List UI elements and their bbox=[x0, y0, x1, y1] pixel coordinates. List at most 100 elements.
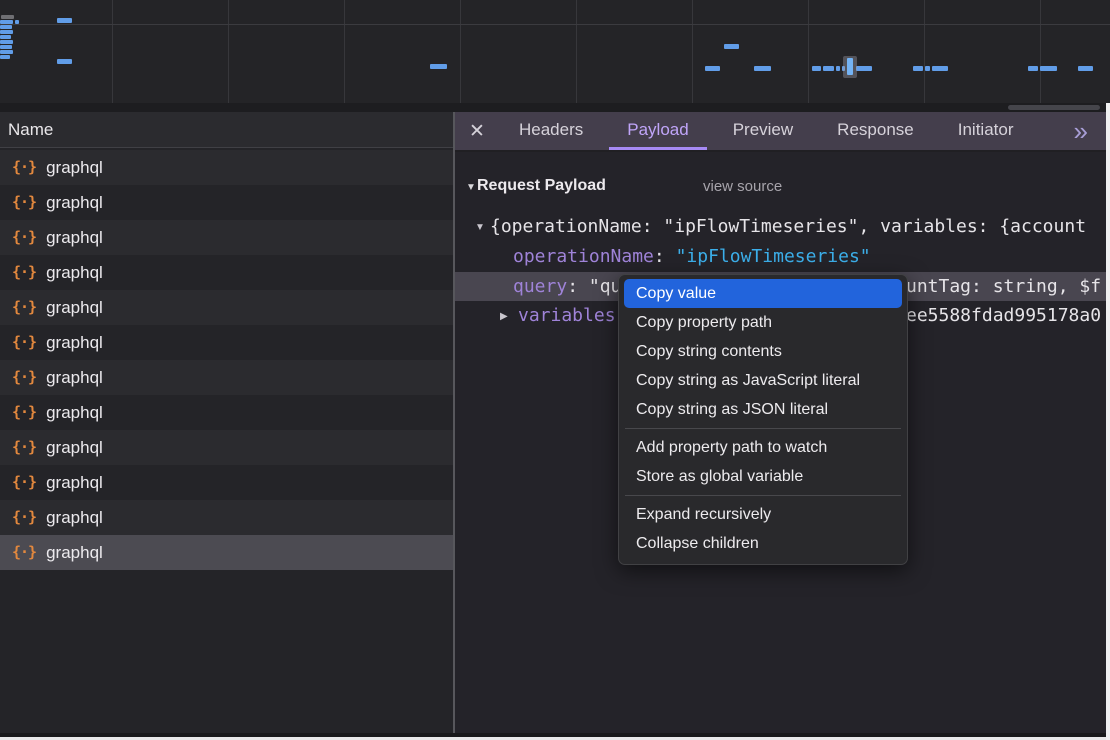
network-bar bbox=[430, 64, 447, 69]
json-resource-icon: {·} bbox=[12, 438, 36, 456]
network-bar bbox=[724, 44, 739, 49]
json-resource-icon: {·} bbox=[12, 543, 36, 561]
view-source-link[interactable]: view source bbox=[703, 178, 782, 195]
request-list-empty-area bbox=[0, 682, 453, 740]
menu-item-store-as-global-variable[interactable]: Store as global variable bbox=[624, 462, 902, 491]
tab-response[interactable]: Response bbox=[819, 112, 932, 150]
network-bar bbox=[705, 66, 720, 71]
network-bar bbox=[0, 20, 13, 24]
request-rows: {·} graphql {·} graphql {·} graphql {·} graphql… bbox=[0, 150, 453, 570]
request-row[interactable]: {·} graphql bbox=[0, 325, 453, 360]
network-bar bbox=[0, 55, 10, 59]
request-name: graphql bbox=[46, 158, 103, 178]
devtools-network-panel: Name {·}graphql{·}graphql{·}graphql{·}gr… bbox=[0, 0, 1110, 740]
payload-row-operationname[interactable]: operationName: "ipFlowTimeseries" bbox=[455, 242, 1106, 271]
json-resource-icon: {·} bbox=[12, 473, 36, 491]
request-row[interactable]: {·}graphql bbox=[0, 430, 453, 465]
menu-item-copy-string-as-json-literal[interactable]: Copy string as JSON literal bbox=[624, 395, 902, 424]
request-name: graphql bbox=[46, 473, 103, 493]
network-bar bbox=[0, 25, 12, 29]
network-bar bbox=[0, 40, 13, 44]
selected-request-marker bbox=[847, 58, 853, 75]
menu-item-copy-string-as-javascript-literal[interactable]: Copy string as JavaScript literal bbox=[624, 366, 902, 395]
network-bar bbox=[856, 66, 872, 71]
request-name: graphql bbox=[46, 508, 103, 528]
request-row[interactable]: {·} graphql bbox=[0, 395, 453, 430]
request-list-panel: Name {·}graphql{·}graphql{·}graphql{·}gr… bbox=[0, 112, 453, 733]
request-row[interactable]: {·} graphql bbox=[0, 150, 453, 185]
tab-headers[interactable]: Headers bbox=[501, 112, 601, 150]
request-row[interactable]: {·} graphql bbox=[0, 290, 453, 325]
context-menu: Copy valueCopy property pathCopy string … bbox=[618, 274, 908, 565]
close-icon[interactable]: ✕ bbox=[469, 112, 501, 150]
menu-item-copy-property-path[interactable]: Copy property path bbox=[624, 308, 902, 337]
request-row[interactable]: {·} graphql bbox=[0, 220, 453, 255]
json-resource-icon: {·} bbox=[12, 368, 36, 386]
request-row[interactable]: {·} graphql bbox=[0, 360, 453, 395]
request-row[interactable]: {·} graphql bbox=[0, 255, 453, 290]
property-value-start: "qu bbox=[589, 276, 622, 297]
menu-item-expand-recursively[interactable]: Expand recursively bbox=[624, 500, 902, 529]
request-name: graphql bbox=[46, 263, 103, 283]
menu-separator bbox=[625, 428, 901, 429]
json-resource-icon: {·} bbox=[12, 333, 36, 351]
tab-initiator[interactable]: Initiator bbox=[940, 112, 1032, 150]
property-value-end: untTag: string, $f bbox=[906, 272, 1101, 301]
more-tabs-icon[interactable]: » bbox=[1074, 112, 1106, 150]
expand-triangle-icon[interactable]: ▼ bbox=[475, 213, 485, 241]
json-resource-icon: {·} bbox=[12, 298, 36, 316]
network-bar bbox=[15, 20, 19, 24]
detail-tabbar: ✕ HeadersPayloadPreviewResponseInitiator… bbox=[455, 112, 1106, 152]
json-resource-icon: {·} bbox=[12, 263, 36, 281]
overview-gridline bbox=[0, 24, 1110, 25]
request-name: graphql bbox=[46, 403, 103, 423]
menu-item-add-property-path-to-watch[interactable]: Add property path to watch bbox=[624, 433, 902, 462]
request-name: graphql bbox=[46, 298, 103, 318]
overview-scrollbar-thumb[interactable] bbox=[1008, 105, 1100, 110]
root-object-preview: {operationName: "ipFlowTimeseries", vari… bbox=[490, 212, 1086, 241]
request-name: graphql bbox=[46, 368, 103, 388]
network-bar bbox=[1, 15, 14, 19]
property-value: "ipFlowTimeseries" bbox=[676, 246, 871, 267]
request-row[interactable]: {·} graphql bbox=[0, 465, 453, 500]
network-bar bbox=[0, 30, 13, 34]
menu-item-collapse-children[interactable]: Collapse children bbox=[624, 529, 902, 558]
property-key: operationName bbox=[513, 246, 654, 267]
json-resource-icon: {·} bbox=[12, 403, 36, 421]
menu-item-copy-string-contents[interactable]: Copy string contents bbox=[624, 337, 902, 366]
network-bar bbox=[754, 66, 771, 71]
network-bar bbox=[0, 50, 13, 54]
network-bar bbox=[1040, 66, 1057, 71]
json-resource-icon: {·} bbox=[12, 158, 36, 176]
json-resource-icon: {·} bbox=[12, 193, 36, 211]
menu-item-copy-value[interactable]: Copy value bbox=[624, 279, 902, 308]
network-bar bbox=[0, 35, 11, 39]
menu-separator bbox=[625, 495, 901, 496]
request-name: graphql bbox=[46, 543, 103, 563]
tab-payload[interactable]: Payload bbox=[609, 112, 706, 150]
request-row[interactable]: {·}graphql bbox=[0, 500, 453, 535]
request-row[interactable]: {·}graphql bbox=[0, 185, 453, 220]
overview-bottom-strip bbox=[0, 103, 1110, 112]
network-bar bbox=[0, 45, 12, 49]
tab-preview[interactable]: Preview bbox=[715, 112, 811, 150]
network-bar bbox=[57, 59, 72, 64]
request-payload-section-header[interactable]: ▼ Request Payload view source bbox=[455, 175, 1106, 203]
request-row[interactable]: {·} graphql bbox=[0, 535, 453, 570]
section-expand-triangle-icon[interactable]: ▼ bbox=[466, 182, 476, 193]
request-name: graphql bbox=[46, 228, 103, 248]
network-bar bbox=[932, 66, 948, 71]
network-bar bbox=[925, 66, 930, 71]
section-title: Request Payload bbox=[477, 177, 606, 195]
network-bar bbox=[812, 66, 821, 71]
json-resource-icon: {·} bbox=[12, 228, 36, 246]
property-value-end: ee5588fdad995178a0 bbox=[906, 301, 1101, 330]
request-name: graphql bbox=[46, 333, 103, 353]
property-key: query bbox=[513, 276, 567, 297]
network-bar bbox=[1028, 66, 1038, 71]
collapse-triangle-icon[interactable]: ▶ bbox=[500, 302, 508, 330]
name-column-header[interactable]: Name bbox=[0, 112, 453, 148]
payload-root-row[interactable]: ▼ {operationName: "ipFlowTimeseries", va… bbox=[455, 212, 1106, 241]
network-overview-waterfall[interactable] bbox=[0, 0, 1110, 103]
network-bar bbox=[913, 66, 923, 71]
